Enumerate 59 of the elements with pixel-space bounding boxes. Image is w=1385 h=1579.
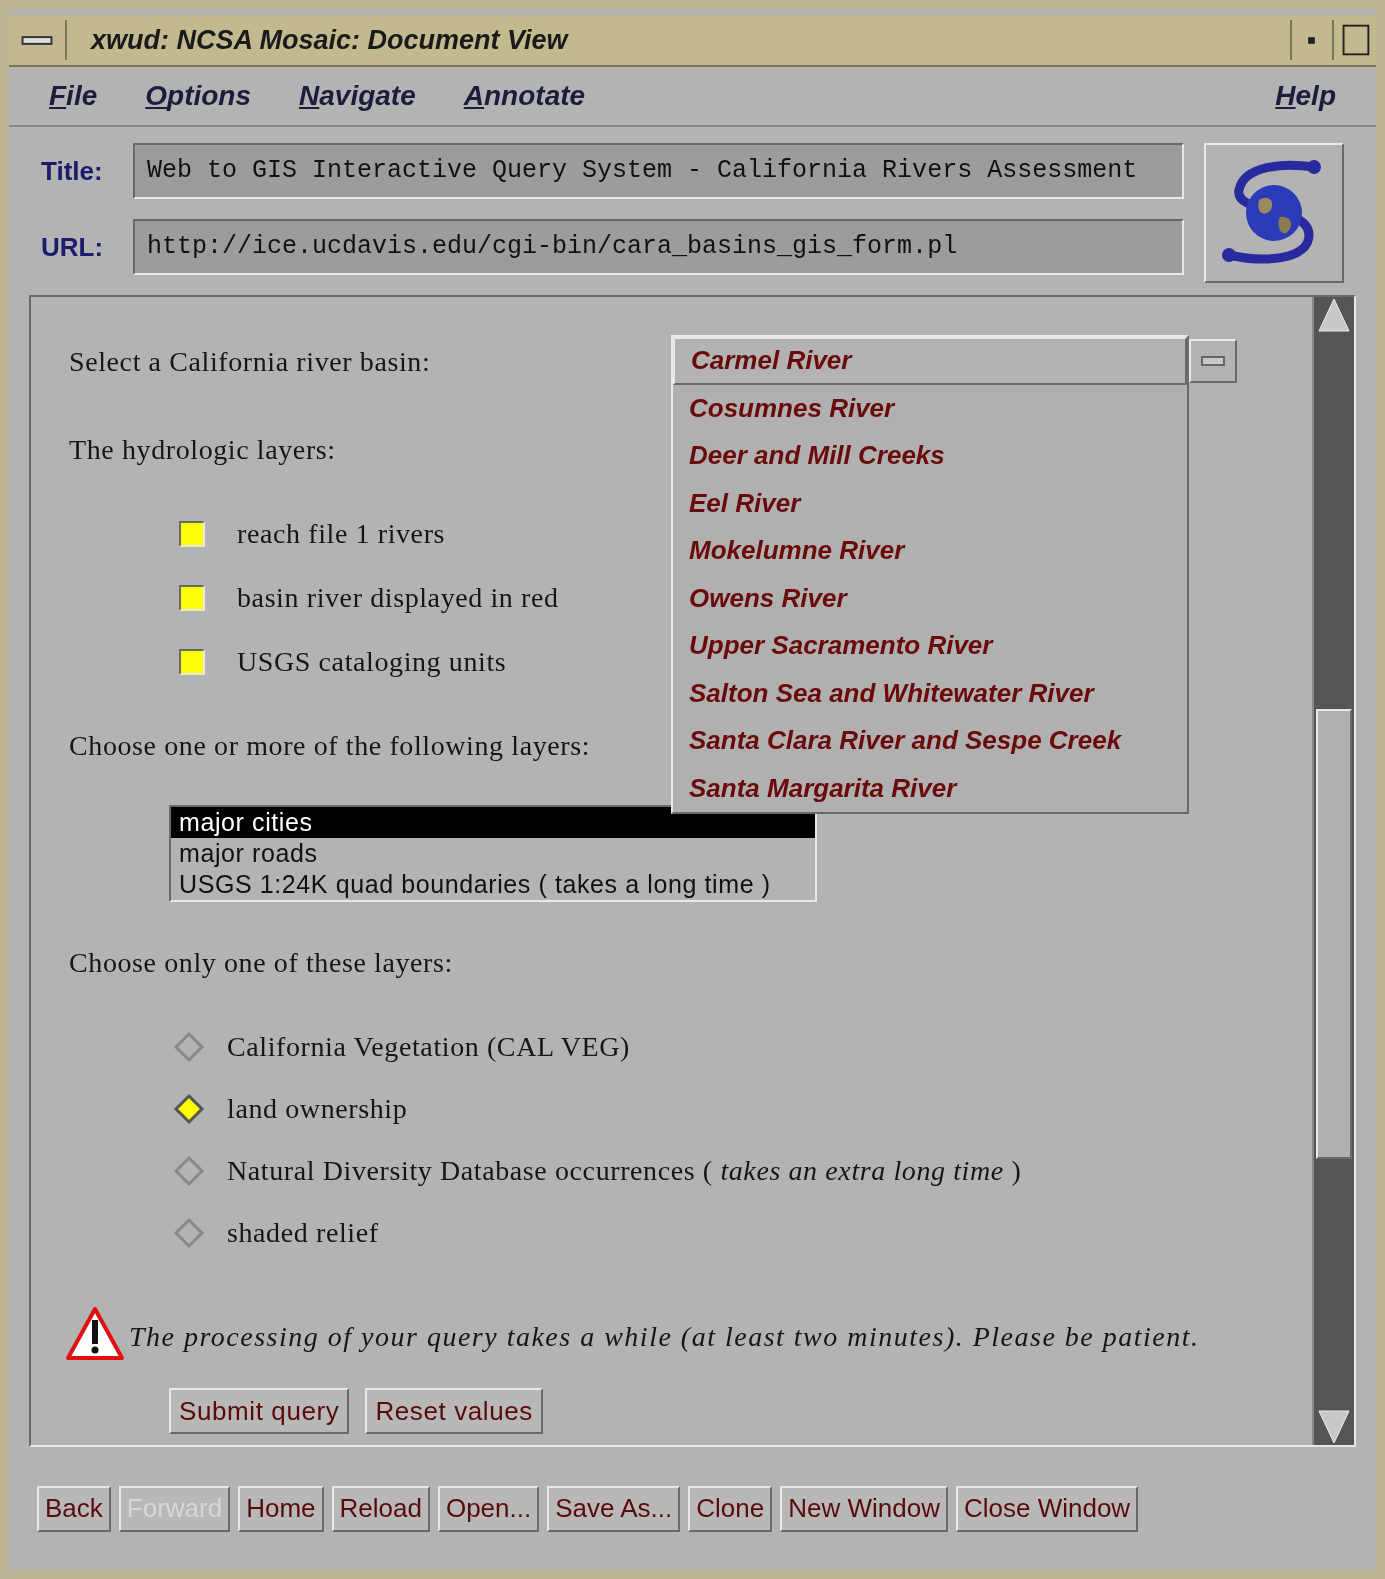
dropdown-option[interactable]: Santa Clara River and Sespe Creek	[673, 717, 1187, 765]
dropdown-option[interactable]: Carmel River	[673, 337, 1187, 385]
menu-item[interactable]: Annotate	[463, 75, 586, 117]
toolbar-button[interactable]: Clone	[688, 1485, 773, 1532]
dropdown-option[interactable]: Upper Sacramento River	[673, 622, 1187, 670]
title-field[interactable]: Web to GIS Interactive Query System - California Rivers Assessment	[133, 143, 1184, 199]
dropdown-toggle[interactable]	[1189, 339, 1237, 383]
dropdown-option[interactable]: Eel River	[673, 479, 1187, 527]
radio-button[interactable]	[173, 1031, 205, 1063]
form-label: Choose only one of these layers:	[69, 946, 453, 980]
dropdown-option[interactable]: Deer and Mill Creeks	[673, 432, 1187, 480]
warning-icon	[65, 1306, 125, 1362]
list-item[interactable]: USGS 1:24K quad boundaries ( takes a long time )	[171, 869, 815, 900]
form-label: Select a California river basin:	[69, 345, 431, 379]
radio-label: Natural Diversity Database occurrences ( takes an extra long time )	[227, 1154, 1022, 1188]
scrollbar-thumb[interactable]	[1316, 709, 1352, 1159]
option-menu-indicator-icon	[1201, 356, 1225, 366]
radio-label: land ownership	[227, 1092, 408, 1126]
scroll-up-arrow-icon[interactable]	[1317, 297, 1351, 333]
list-item[interactable]: major cities	[171, 807, 815, 838]
field-label: Title:	[41, 154, 104, 188]
menu-item[interactable]: Navigate	[299, 75, 416, 117]
radio-label: shaded relief	[227, 1216, 379, 1250]
form-label: Choose one or more of the following layers:	[69, 729, 591, 763]
checkbox-label: USGS cataloging units	[237, 645, 507, 679]
dropdown-option[interactable]: Mokelumne River	[673, 527, 1187, 575]
checkbox-label: basin river displayed in red	[237, 581, 559, 615]
toolbar-button[interactable]: Reload	[331, 1485, 430, 1532]
toolbar-button[interactable]: New Window	[780, 1485, 948, 1532]
form-label: The hydrologic layers:	[69, 433, 336, 467]
window-title: xwud: NCSA Mosaic: Document View	[91, 23, 570, 57]
dropdown-option[interactable]: Cosumnes River	[673, 384, 1187, 432]
menu-item[interactable]: File	[49, 75, 98, 117]
layers-listbox[interactable]: major cities major roads USGS 1:24K quad boundaries ( takes a long time )	[169, 805, 817, 902]
dropdown-option[interactable]: Salton Sea and Whitewater River	[673, 669, 1187, 717]
list-item[interactable]: major roads	[171, 838, 815, 869]
toolbar-button[interactable]: Home	[238, 1485, 324, 1532]
checkbox[interactable]	[179, 649, 205, 675]
warning-message: The processing of your query takes a while (at least two minutes). Please be patient.	[129, 1320, 1200, 1354]
radio-button[interactable]	[173, 1093, 205, 1125]
checkbox[interactable]	[179, 585, 205, 611]
checkbox[interactable]	[179, 521, 205, 547]
toolbar-button[interactable]: Open...	[437, 1485, 540, 1532]
field-label: URL:	[41, 230, 105, 264]
submit-button[interactable]: Submit query	[169, 1388, 350, 1434]
radio-label: California Vegetation (CAL VEG)	[227, 1030, 630, 1064]
menu-item[interactable]: Options	[145, 75, 252, 117]
scroll-down-arrow-icon[interactable]	[1317, 1409, 1351, 1445]
url-field[interactable]: http://ice.ucdavis.edu/cgi-bin/cara_basins_gis_form.pl	[133, 219, 1184, 275]
radio-button[interactable]	[173, 1155, 205, 1187]
radio-button[interactable]	[173, 1217, 205, 1249]
dropdown-option[interactable]: Owens River	[673, 574, 1187, 622]
toolbar-button[interactable]: Close Window	[955, 1485, 1139, 1532]
menu-item[interactable]: Help	[1275, 75, 1336, 117]
toolbar-button[interactable]: Back	[37, 1485, 111, 1532]
toolbar-button[interactable]: Save As...	[547, 1485, 681, 1532]
vertical-scrollbar[interactable]	[1312, 297, 1354, 1445]
reset-button[interactable]: Reset values	[365, 1388, 543, 1434]
checkbox-label: reach file 1 rivers	[237, 517, 446, 551]
